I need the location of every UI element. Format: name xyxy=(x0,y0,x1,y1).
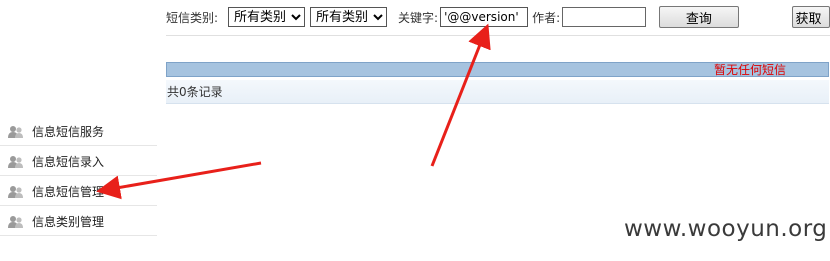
arrow-to-keyword xyxy=(430,23,491,167)
annotation-arrows xyxy=(96,23,491,200)
arrow-to-sms-management xyxy=(96,161,262,200)
